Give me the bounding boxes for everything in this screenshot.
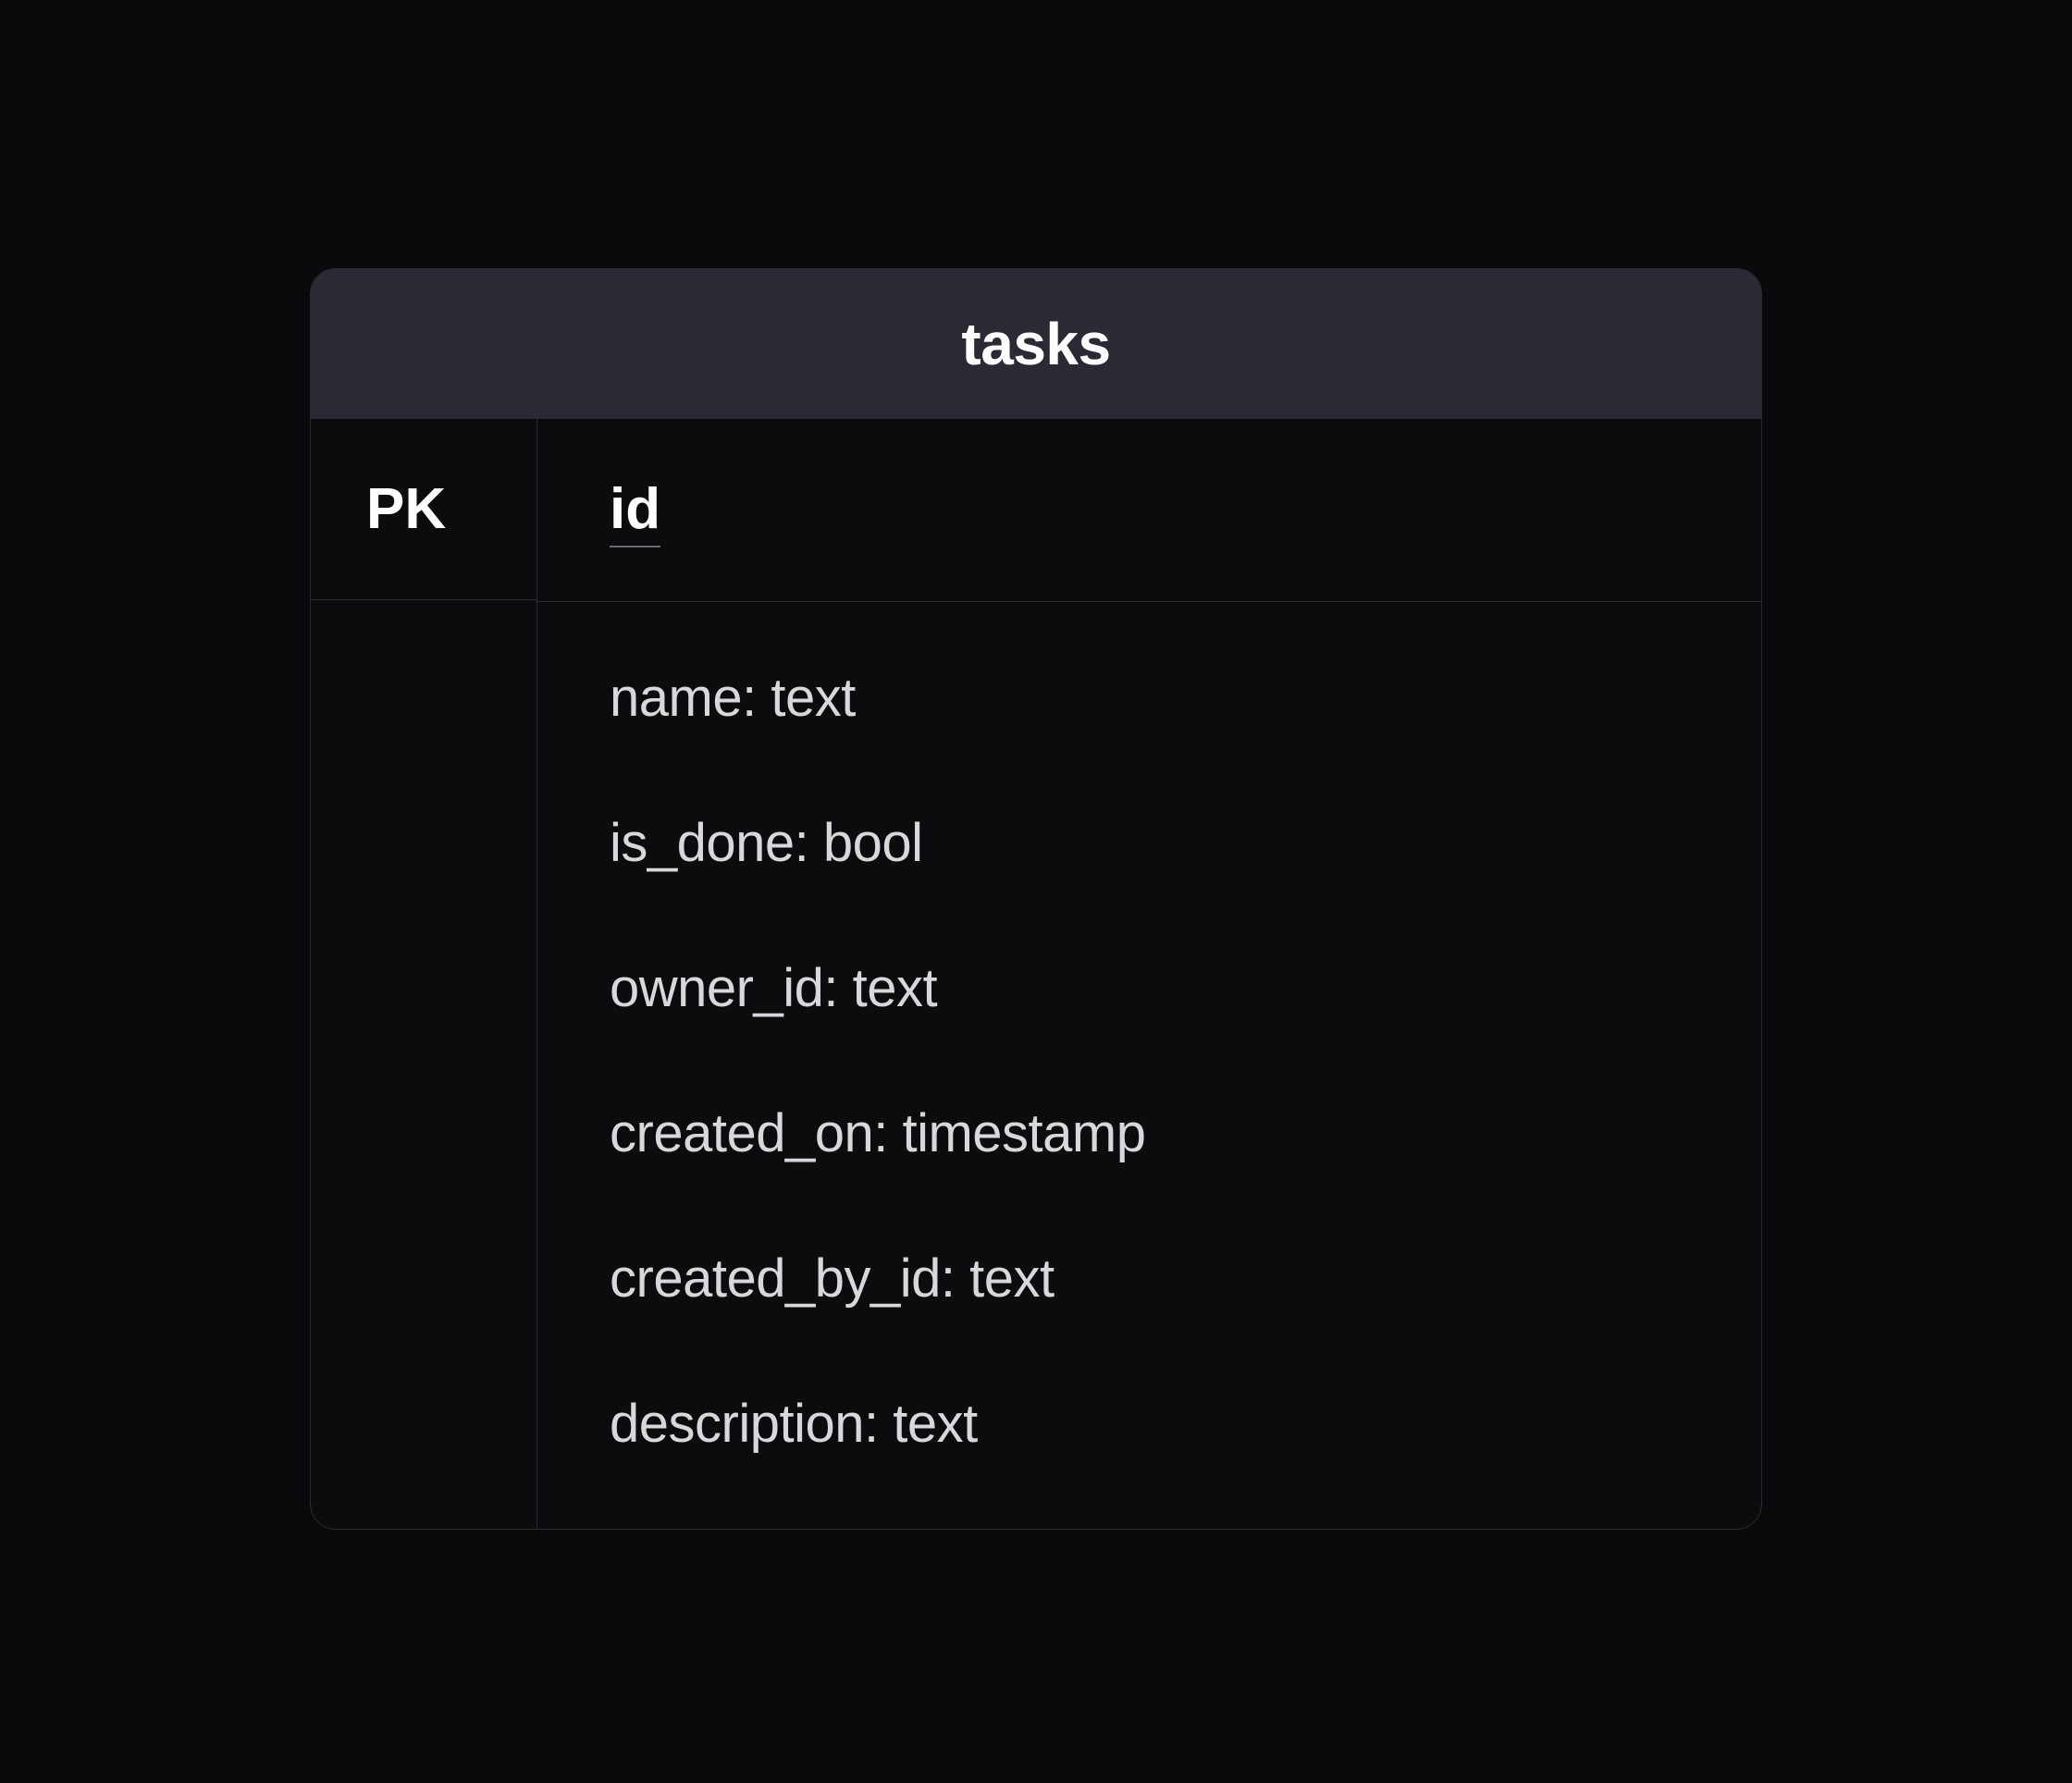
primary-key-field: id [610,476,660,547]
field-row: name: text [610,667,1689,729]
fields-column: id name: text is_done: bool owner_id: te… [537,419,1761,1529]
field-type: text [969,1248,1054,1309]
field-row: created_by_id: text [610,1248,1689,1310]
field-row: owner_id: text [610,957,1689,1019]
field-name: created_by_id [610,1248,941,1309]
field-name: description [610,1394,864,1454]
field-type: text [853,958,938,1018]
field-type: timestamp [902,1103,1145,1163]
primary-key-cell: PK [311,419,536,600]
table-schema-card: tasks PK id name: text is_done: bool own… [310,268,1762,1530]
table-header: tasks [311,269,1761,419]
field-name: name [610,668,742,728]
field-row: is_done: bool [610,812,1689,874]
field-type: text [893,1394,978,1454]
field-type: bool [823,813,923,873]
fields-list: name: text is_done: bool owner_id: text … [537,602,1761,1529]
table-name: tasks [311,310,1761,378]
field-type: text [771,668,856,728]
primary-key-field-cell: id [537,419,1761,602]
field-name: is_done [610,813,795,873]
field-name: created_on [610,1103,873,1163]
table-body: PK id name: text is_done: bool owner_id:… [311,419,1761,1529]
primary-key-column: PK [311,419,537,1529]
field-row: description: text [610,1393,1689,1455]
primary-key-label: PK [366,477,446,541]
field-row: created_on: timestamp [610,1102,1689,1164]
field-name: owner_id [610,958,823,1018]
